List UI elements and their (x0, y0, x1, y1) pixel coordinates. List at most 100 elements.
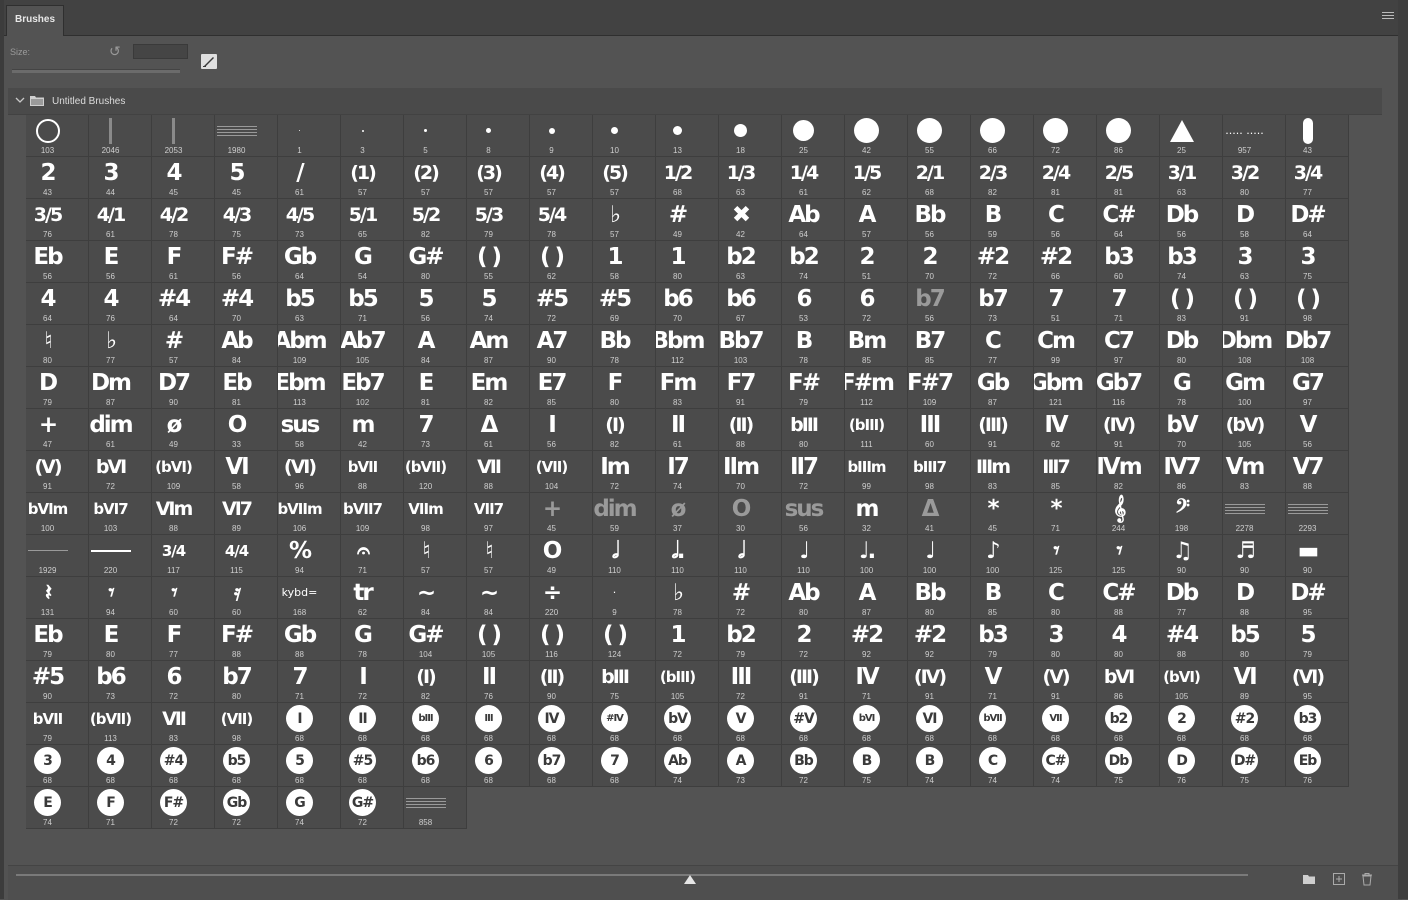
brush-preset[interactable]: I 72 (341, 661, 404, 703)
size-input[interactable] (133, 44, 188, 59)
brush-preset[interactable]: #4 68 (152, 745, 215, 787)
brush-preset[interactable]: +45 (530, 493, 593, 535)
brush-preset[interactable]: bVI 68 (845, 703, 908, 745)
brush-preset[interactable]: 7 51 (1034, 283, 1097, 325)
brush-preset[interactable]: (2) 57 (404, 157, 467, 199)
brush-preset[interactable]: (III) 91 (971, 409, 1034, 451)
brush-preset[interactable]: 2 72 (782, 619, 845, 661)
brush-preset[interactable]: b2 74 (782, 241, 845, 283)
brush-preset[interactable]: 220 (89, 535, 152, 577)
brush-preset[interactable]: F 77 (152, 619, 215, 661)
brush-preset[interactable]: Δ 61 (467, 409, 530, 451)
brush-preset[interactable]: Eb 56 (26, 241, 89, 283)
brush-preset[interactable]: ..... ..... 957 (1223, 115, 1286, 157)
hamburger-menu-icon[interactable] (1382, 12, 1394, 22)
brush-preset[interactable]: 3/4 77 (1286, 157, 1349, 199)
brush-preset[interactable]: Gb 88 (278, 619, 341, 661)
brush-preset[interactable]: (II) 90 (530, 661, 593, 703)
brush-preset[interactable]: 3/1 63 (1160, 157, 1223, 199)
brush-preset[interactable]: b5 63 (278, 283, 341, 325)
brush-preset[interactable]: F# 88 (215, 619, 278, 661)
brush-preset[interactable]: V 56 (1286, 409, 1349, 451)
brush-preset[interactable]: ▬ 90 (1286, 535, 1349, 577)
brush-preset[interactable]: ♮ 80 (26, 325, 89, 367)
brush-preset[interactable]: A 57 (845, 199, 908, 241)
brush-preset[interactable]: #4 70 (215, 283, 278, 325)
brush-preset[interactable]: ( ) 105 (467, 619, 530, 661)
brush-preset[interactable]: V 68 (719, 703, 782, 745)
brush-preset[interactable]: Gb7 116 (1097, 367, 1160, 409)
brush-preset[interactable]: #5 69 (593, 283, 656, 325)
brush-preset[interactable]: 4 45 (152, 157, 215, 199)
brush-preset[interactable]: Db 75 (1097, 745, 1160, 787)
brush-preset[interactable]: #V 68 (782, 703, 845, 745)
brush-preset[interactable]: bVII7 109 (341, 493, 404, 535)
brush-preset[interactable]: Gm 100 (1223, 367, 1286, 409)
brush-preset[interactable]: G 74 (278, 787, 341, 829)
brush-preset[interactable]: ~84 (467, 577, 530, 619)
brush-preset[interactable]: 2293 (1286, 493, 1349, 535)
brush-preset[interactable]: Bb7 103 (719, 325, 782, 367)
brush-preset[interactable]: 5 (404, 115, 467, 157)
brush-preset[interactable]: (III) 91 (782, 661, 845, 703)
tab-brushes[interactable]: Brushes (6, 5, 65, 36)
brush-preset[interactable]: I7 74 (656, 451, 719, 493)
brush-preset[interactable]: B 85 (971, 577, 1034, 619)
brush-preset[interactable]: bVII 79 (26, 703, 89, 745)
brush-preset[interactable]: Db 80 (1160, 325, 1223, 367)
brush-preset[interactable]: 86 (1097, 115, 1160, 157)
brush-preset[interactable]: A7 90 (530, 325, 593, 367)
brush-preset[interactable]: F# 72 (152, 787, 215, 829)
brush-preset[interactable]: bIII7 98 (908, 451, 971, 493)
brush-preset[interactable]: 4 76 (89, 283, 152, 325)
brush-preset[interactable]: 4 80 (1097, 619, 1160, 661)
brush-preset[interactable]: * 71 (1034, 493, 1097, 535)
brush-preset[interactable]: 2/1 68 (908, 157, 971, 199)
brush-preset[interactable]: VII 68 (1034, 703, 1097, 745)
brush-preset[interactable]: E 74 (26, 787, 89, 829)
brush-preset[interactable]: b6 68 (404, 745, 467, 787)
brush-preset[interactable]: I 68 (278, 703, 341, 745)
brush-preset[interactable]: ♭ 78 (656, 577, 719, 619)
brush-preset[interactable]: ÷ 220 (530, 577, 593, 619)
brush-preset[interactable]: ♬ 90 (1223, 535, 1286, 577)
brush-preset[interactable]: b3 68 (1286, 703, 1349, 745)
folder-icon[interactable] (1302, 872, 1316, 886)
brush-preset[interactable]: +47 (26, 409, 89, 451)
brush-preset[interactable]: B 74 (908, 745, 971, 787)
brush-preset[interactable]: 25 (1160, 115, 1223, 157)
brush-preset[interactable]: ♩ 100 (908, 535, 971, 577)
brush-preset[interactable]: bIII 68 (404, 703, 467, 745)
brush-preset[interactable]: bIIIm 99 (845, 451, 908, 493)
brush-preset[interactable]: (bVII) 120 (404, 451, 467, 493)
brush-preset[interactable]: (VI) 96 (278, 451, 341, 493)
brush-preset[interactable]: F#m 112 (845, 367, 908, 409)
brush-preset[interactable]: Ab 74 (656, 745, 719, 787)
brush-preset[interactable]: ( ) 91 (1223, 283, 1286, 325)
brush-preset[interactable]: 72 (1034, 115, 1097, 157)
brush-preset[interactable]: 2 43 (26, 157, 89, 199)
brush-preset[interactable]: 858 (404, 787, 467, 829)
brush-preset[interactable]: (bVI) 105 (1160, 661, 1223, 703)
brush-preset[interactable]: 2 68 (1160, 703, 1223, 745)
brush-preset[interactable]: b5 68 (215, 745, 278, 787)
brush-preset[interactable]: D# 64 (1286, 199, 1349, 241)
brush-preset[interactable]: (3) 57 (467, 157, 530, 199)
brush-preset[interactable]: m 32 (845, 493, 908, 535)
brush-preset[interactable]: 𝄽 131 (26, 577, 89, 619)
brush-preset[interactable]: sus 56 (782, 493, 845, 535)
brush-preset[interactable]: b2 79 (719, 619, 782, 661)
brush-preset[interactable]: II 68 (341, 703, 404, 745)
brush-preset[interactable]: #4 64 (152, 283, 215, 325)
brush-preset[interactable]: b2 68 (1097, 703, 1160, 745)
brush-preset[interactable]: B 78 (782, 325, 845, 367)
brush-preset[interactable]: G 78 (341, 619, 404, 661)
brush-preset[interactable]: Δ 41 (908, 493, 971, 535)
brush-preset[interactable]: 𝅗𝅥. 110 (656, 535, 719, 577)
brush-preset[interactable]: Im 72 (593, 451, 656, 493)
brush-preset[interactable]: (bIII) 105 (656, 661, 719, 703)
brush-preset[interactable]: O 33 (215, 409, 278, 451)
brush-preset[interactable]: dim 61 (89, 409, 152, 451)
brush-preset[interactable]: ø 49 (152, 409, 215, 451)
brush-preset[interactable]: 5 79 (1286, 619, 1349, 661)
